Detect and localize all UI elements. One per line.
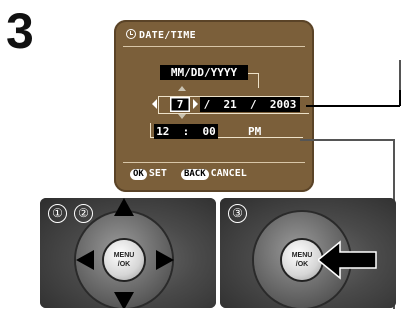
press-arrow-icon (318, 240, 377, 280)
back-key-icon: BACK (180, 169, 209, 180)
callout-line-date (306, 105, 400, 107)
ok-label: SET (148, 168, 167, 179)
back-label: CANCEL (210, 168, 247, 179)
arrow-down-icon[interactable] (114, 292, 134, 308)
up-indicator-icon (178, 86, 186, 91)
date-rest-field[interactable]: / 21 / 2003 (200, 97, 300, 112)
step-marker-3: ③ (228, 204, 247, 223)
lcd-title: DATE/TIME (126, 29, 196, 41)
lcd-screen: DATE/TIME MM/DD/YYYY 7 / 21 / 2003 12 : … (114, 20, 314, 192)
control-panel-right: ③ MENU /OK (220, 198, 396, 308)
callout-line-date-vertical (399, 90, 401, 106)
arrow-right-icon[interactable] (156, 250, 174, 270)
menu-label: MENU (113, 252, 135, 259)
step-number: 3 (6, 3, 34, 59)
arrow-left-icon[interactable] (76, 250, 94, 270)
ampm-indicator: PM (248, 125, 262, 138)
menu-ok-button-right[interactable]: MENU /OK (282, 240, 322, 280)
clock-icon (126, 29, 136, 39)
control-panel-left: ① ② MENU /OK (40, 198, 216, 308)
arrow-up-icon[interactable] (114, 198, 134, 216)
callout-line-top (399, 60, 401, 90)
date-format-selector[interactable]: MM/DD/YYYY (160, 65, 248, 80)
month-field[interactable]: 7 (170, 97, 190, 112)
step-marker-2: ② (74, 204, 93, 223)
right-indicator-icon (193, 99, 198, 109)
menu-ok-button[interactable]: MENU /OK (104, 240, 144, 280)
lcd-footer-divider (123, 162, 305, 163)
time-field[interactable]: 12 : 00 (154, 124, 218, 139)
ok-key-icon: OK (130, 169, 147, 180)
menu-label-right: MENU (291, 252, 313, 259)
lcd-divider (123, 46, 305, 47)
lcd-footer: OK SET BACK CANCEL (130, 168, 247, 180)
ok-sub-label-right: /OK (295, 261, 309, 268)
ok-sub-label: /OK (117, 261, 131, 268)
left-indicator-icon (152, 99, 157, 109)
callout-line-time (300, 139, 394, 141)
lcd-title-text: DATE/TIME (139, 30, 196, 41)
down-indicator-icon (178, 114, 186, 119)
step-marker-1: ① (48, 204, 67, 223)
